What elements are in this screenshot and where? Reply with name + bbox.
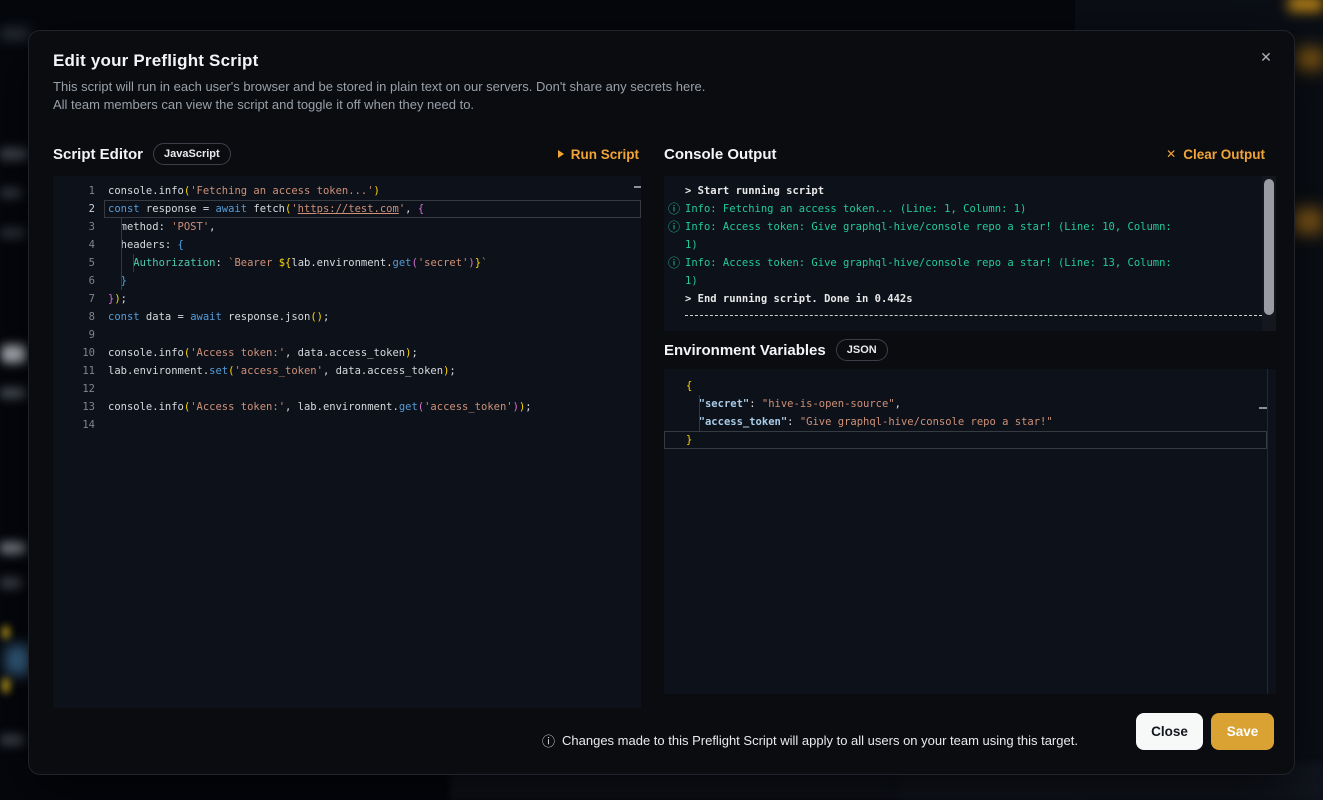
line-number: 9 — [53, 326, 95, 344]
code-line: 4 headers: { — [53, 236, 641, 254]
code-line: 10console.info('Access token:', data.acc… — [53, 344, 641, 362]
line-number: 3 — [53, 218, 95, 236]
info-icon: ⓘ — [668, 218, 680, 236]
dialog-title: Edit your Preflight Script — [53, 51, 258, 71]
backdrop-shape — [2, 626, 10, 639]
line-number: 12 — [53, 380, 95, 398]
backdrop-shape — [1292, 208, 1322, 234]
indent-guide — [699, 413, 700, 431]
close-icon[interactable]: ✕ — [1254, 45, 1278, 69]
backdrop-shape — [0, 735, 24, 745]
dialog-description-line1: This script will run in each user's brow… — [53, 79, 705, 94]
code-line: 7}); — [53, 290, 641, 308]
indent-guide — [133, 254, 134, 272]
footer-notice-text: Changes made to this Preflight Script wi… — [562, 733, 1078, 748]
code-line: 12 — [53, 380, 641, 398]
play-icon — [558, 150, 564, 158]
backdrop-shape — [0, 148, 28, 160]
console-separator — [685, 315, 1262, 316]
console-line: ⓘInfo: Access token: Give graphql-hive/c… — [664, 218, 1276, 254]
console-header: Console Output ✕ Clear Output — [664, 142, 1276, 166]
env-vars-editor[interactable]: { "secret": "hive-is-open-source", "acce… — [664, 369, 1276, 694]
backdrop-shape — [2, 678, 10, 693]
footer-notice: ⓘ Changes made to this Preflight Script … — [542, 731, 1078, 750]
code-line: "secret": "hive-is-open-source", — [664, 395, 1276, 413]
console-line: > Start running script — [664, 182, 1276, 200]
code-line: 5 Authorization: `Bearer ${lab.environme… — [53, 254, 641, 272]
page-backdrop: Edit your Preflight Script This script w… — [0, 0, 1323, 800]
console-output-title: Console Output — [664, 146, 777, 163]
line-number: 10 — [53, 344, 95, 362]
line-number: 1 — [53, 182, 95, 200]
code-line: 13console.info('Access token:', lab.envi… — [53, 398, 641, 416]
line-number: 7 — [53, 290, 95, 308]
line-number: 2 — [53, 200, 95, 218]
clear-output-button[interactable]: ✕ Clear Output — [1166, 142, 1265, 166]
line-number: 8 — [53, 308, 95, 326]
backdrop-shape — [0, 228, 26, 238]
indent-guide — [121, 218, 122, 236]
code-line: 14 — [53, 416, 641, 434]
code-line: 1console.info('Fetching an access token.… — [53, 182, 641, 200]
save-button[interactable]: Save — [1211, 713, 1274, 750]
line-number: 4 — [53, 236, 95, 254]
preflight-script-dialog: Edit your Preflight Script This script w… — [28, 30, 1295, 775]
run-script-label: Run Script — [571, 147, 639, 162]
code-line: 6 } — [53, 272, 641, 290]
script-editor-code[interactable]: 1console.info('Fetching an access token.… — [53, 176, 641, 708]
console-output-panel[interactable]: > Start running scriptⓘInfo: Fetching an… — [664, 176, 1276, 331]
json-badge: JSON — [836, 339, 888, 361]
console-line: ⓘInfo: Fetching an access token... (Line… — [664, 200, 1276, 218]
info-icon: ⓘ — [542, 731, 555, 750]
backdrop-shape — [0, 28, 30, 40]
line-number: 5 — [53, 254, 95, 272]
indent-guide — [121, 272, 122, 290]
close-button[interactable]: Close — [1136, 713, 1203, 750]
script-editor-header: Script Editor JavaScript Run Script — [53, 142, 641, 166]
env-vars-header: Environment Variables JSON — [664, 338, 1276, 362]
code-line: 3 method: 'POST', — [53, 218, 641, 236]
info-icon: ⓘ — [668, 200, 680, 218]
run-script-button[interactable]: Run Script — [558, 142, 639, 166]
dialog-description-line2: All team members can view the script and… — [53, 97, 474, 112]
code-line: 8const data = await response.json(); — [53, 308, 641, 326]
backdrop-shape — [2, 345, 26, 363]
indent-guide — [121, 236, 122, 254]
clear-icon: ✕ — [1166, 148, 1176, 160]
line-number: 14 — [53, 416, 95, 434]
code-line: } — [664, 431, 1276, 449]
code-line: 9 — [53, 326, 641, 344]
indent-guide — [121, 254, 122, 272]
indent-guide — [699, 395, 700, 413]
code-line: 2const response = await fetch('https://t… — [53, 200, 641, 218]
line-number: 13 — [53, 398, 95, 416]
backdrop-shape — [1288, 0, 1323, 12]
backdrop-shape — [1297, 48, 1323, 70]
line-number: 11 — [53, 362, 95, 380]
code-line: { — [664, 377, 1276, 395]
info-icon: ⓘ — [668, 254, 680, 272]
clear-output-label: Clear Output — [1183, 147, 1265, 162]
console-line: > End running script. Done in 0.442s — [664, 290, 1276, 308]
backdrop-shape — [0, 542, 26, 554]
backdrop-shape — [0, 578, 22, 588]
console-line: ⓘInfo: Access token: Give graphql-hive/c… — [664, 254, 1276, 290]
line-number: 6 — [53, 272, 95, 290]
code-line: 11lab.environment.set('access_token', da… — [53, 362, 641, 380]
code-line: "access_token": "Give graphql-hive/conso… — [664, 413, 1276, 431]
backdrop-shape — [0, 188, 22, 198]
env-vars-title: Environment Variables — [664, 342, 826, 359]
backdrop-shape — [0, 388, 26, 398]
script-editor-title: Script Editor — [53, 146, 143, 163]
language-badge: JavaScript — [153, 143, 231, 165]
